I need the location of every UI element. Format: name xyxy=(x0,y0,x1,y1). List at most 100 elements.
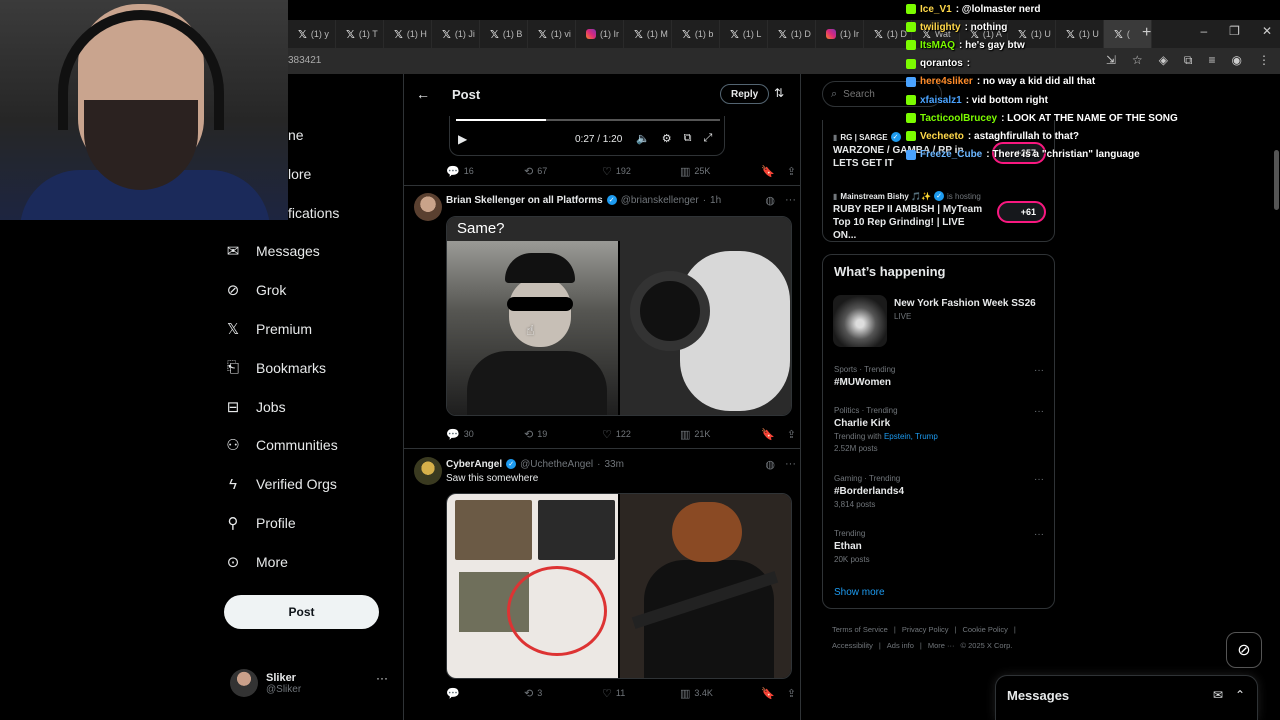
sidebar-item-communities[interactable]: ⚇ Communities xyxy=(224,426,394,465)
footer-link[interactable]: Accessibility xyxy=(832,641,873,650)
media-image-right[interactable] xyxy=(620,241,791,415)
trend-related-links[interactable]: Epstein, Trump xyxy=(884,432,938,441)
more-icon[interactable]: ··· xyxy=(1034,474,1044,485)
repost-action[interactable]: ⟲ 67 xyxy=(524,165,602,178)
page-scrollbar[interactable] xyxy=(1274,150,1279,210)
sidebar-item-messages[interactable]: ✉ Messages xyxy=(224,232,394,271)
pip-icon[interactable]: ⧉ xyxy=(684,132,692,145)
like-action[interactable]: ♡ 192 xyxy=(602,165,680,178)
reply-action[interactable]: 💬 30 xyxy=(446,428,524,441)
reply-action[interactable]: 💬 16 xyxy=(446,165,524,178)
avatar[interactable] xyxy=(414,193,442,221)
more-icon[interactable]: ··· xyxy=(785,458,796,471)
bookmark-icon[interactable]: 🔖 xyxy=(761,687,775,700)
browser-tab[interactable]: 𝕏 (1) D xyxy=(768,20,816,48)
tweet-author-name[interactable]: CyberAngel xyxy=(446,459,502,470)
nav-partial-explore[interactable]: lore xyxy=(288,166,311,182)
more-icon[interactable]: ··· xyxy=(1034,529,1044,540)
browser-tab[interactable]: 𝕏 (1) y xyxy=(288,20,336,48)
video-progress-bar[interactable] xyxy=(456,119,720,121)
tweet-dot: · xyxy=(702,194,707,206)
footer-link[interactable]: Ads info xyxy=(887,641,914,650)
event-item[interactable]: New York Fashion Week SS26 LIVE xyxy=(833,295,1048,347)
share-icon[interactable]: ⇪ xyxy=(787,165,796,178)
views-action[interactable]: ▥ 25K xyxy=(680,165,758,178)
grok-floating-button[interactable]: ⊘ xyxy=(1226,632,1262,668)
browser-tab[interactable]: 𝕏 (1) Ji xyxy=(432,20,480,48)
account-switcher[interactable]: Sliker @Sliker ··· xyxy=(230,667,390,699)
tweet-handle[interactable]: @brianskellenger xyxy=(621,195,699,206)
show-more-link[interactable]: Show more xyxy=(834,587,885,598)
sidebar-item-more[interactable]: ⊙ More xyxy=(224,542,394,581)
media-image-right[interactable] xyxy=(620,494,791,678)
volume-icon[interactable]: 🔈 xyxy=(636,132,650,145)
like-action[interactable]: ♡ 11 xyxy=(602,687,680,700)
more-icon[interactable]: ··· xyxy=(1034,365,1044,376)
tweet-media[interactable]: Same? xyxy=(446,216,792,416)
trend-item[interactable]: Trending Ethan 20K posts ··· xyxy=(834,529,1044,564)
sidebar-item-grok[interactable]: ⊘ Grok xyxy=(224,271,394,310)
gear-icon[interactable]: ⚙ xyxy=(662,132,672,145)
trend-item[interactable]: Sports · Trending #MUWomen ··· xyxy=(834,365,1044,388)
sidebar-item-bookmarks[interactable]: ⎗ Bookmarks xyxy=(224,348,394,387)
browser-tab[interactable]: (1) Ir xyxy=(816,20,864,48)
footer-link[interactable]: © 2025 X Corp. xyxy=(961,641,1013,650)
more-icon[interactable]: ··· xyxy=(1034,406,1044,417)
nav-partial-notifications[interactable]: fications xyxy=(288,205,339,221)
account-more-icon[interactable]: ··· xyxy=(376,671,388,685)
views-action[interactable]: ▥ 21K xyxy=(680,428,758,441)
bookmark-icon[interactable]: 🔖 xyxy=(761,165,775,178)
webcam-overlay xyxy=(0,0,288,220)
repost-action[interactable]: ⟲ 19 xyxy=(524,428,602,441)
sidebar-item-jobs[interactable]: ⊟ Jobs xyxy=(224,387,394,426)
like-action[interactable]: ♡ 122 xyxy=(602,428,680,441)
browser-tab[interactable]: 𝕏 (1) T xyxy=(336,20,384,48)
more-icon[interactable]: ··· xyxy=(785,194,796,207)
fullscreen-icon[interactable]: ⤢ xyxy=(703,132,712,145)
avatar[interactable] xyxy=(414,457,442,485)
footer-link[interactable]: Privacy Policy xyxy=(902,625,949,634)
media-image-left[interactable] xyxy=(447,494,618,678)
bookmark-icon[interactable]: 🔖 xyxy=(761,428,775,441)
lightning-icon: ϟ xyxy=(229,475,237,493)
views-action[interactable]: ▥ 3.4K xyxy=(680,687,758,700)
browser-tab[interactable]: 𝕏 (1) D xyxy=(864,20,912,48)
grok-icon[interactable]: ◍ xyxy=(765,194,775,207)
grok-icon[interactable]: ◍ xyxy=(765,458,775,471)
footer-link[interactable]: Cookie Policy xyxy=(962,625,1007,634)
tweet-handle[interactable]: @UchetheAngel xyxy=(520,459,593,470)
browser-tab[interactable]: 𝕏 (1) vi xyxy=(528,20,576,48)
browser-tab[interactable]: (1) Ir xyxy=(576,20,624,48)
browser-tab[interactable]: 𝕏 (1) B xyxy=(480,20,528,48)
sidebar-item-verified-orgs[interactable]: ϟ Verified Orgs xyxy=(224,465,394,504)
back-arrow-icon[interactable]: ← xyxy=(416,86,430,102)
live-item[interactable]: ▮ Mainstream Bishy 🎵✨ ✓ is hosting RUBY REP… xyxy=(833,191,1048,242)
share-icon[interactable]: ⇪ xyxy=(787,428,796,441)
tweet-media[interactable] xyxy=(446,493,792,679)
play-icon[interactable]: ▶ xyxy=(458,132,467,146)
chevron-up-icon[interactable]: ⌃ xyxy=(1235,688,1245,702)
compose-message-icon[interactable]: ✉ xyxy=(1213,688,1223,702)
chat-text: : he's gay btw xyxy=(959,39,1025,51)
sidebar-item-premium[interactable]: 𝕏 Premium xyxy=(224,310,394,349)
nav-partial-home[interactable]: ne xyxy=(288,127,304,143)
share-icon[interactable]: ⇪ xyxy=(787,687,796,700)
sliders-icon[interactable]: ⇅ xyxy=(774,86,784,100)
tweet-time[interactable]: 1h xyxy=(710,195,721,206)
footer-link[interactable]: More ··· xyxy=(928,641,955,650)
repost-action[interactable]: ⟲ 3 xyxy=(524,687,602,700)
browser-tab[interactable]: 𝕏 (1) b xyxy=(672,20,720,48)
post-button[interactable]: Post xyxy=(224,595,379,629)
trend-item[interactable]: Gaming · Trending #Borderlands4 3,814 po… xyxy=(834,474,1044,509)
reply-button[interactable]: Reply xyxy=(720,84,770,104)
sidebar-item-profile[interactable]: ⚲ Profile xyxy=(224,504,394,543)
messages-drawer[interactable]: Messages ✉ ⌃ xyxy=(995,675,1258,720)
reply-action[interactable]: 💬 xyxy=(446,687,524,700)
browser-tab[interactable]: 𝕏 (1) H xyxy=(384,20,432,48)
tweet-time[interactable]: 33m xyxy=(604,459,623,470)
tweet-author-name[interactable]: Brian Skellenger on all Platforms xyxy=(446,195,603,206)
browser-tab[interactable]: 𝕏 (1) M xyxy=(624,20,672,48)
trend-item[interactable]: Politics · Trending Charlie Kirk Trendin… xyxy=(834,406,1044,453)
browser-tab[interactable]: 𝕏 (1) L xyxy=(720,20,768,48)
footer-link[interactable]: Terms of Service xyxy=(832,625,888,634)
